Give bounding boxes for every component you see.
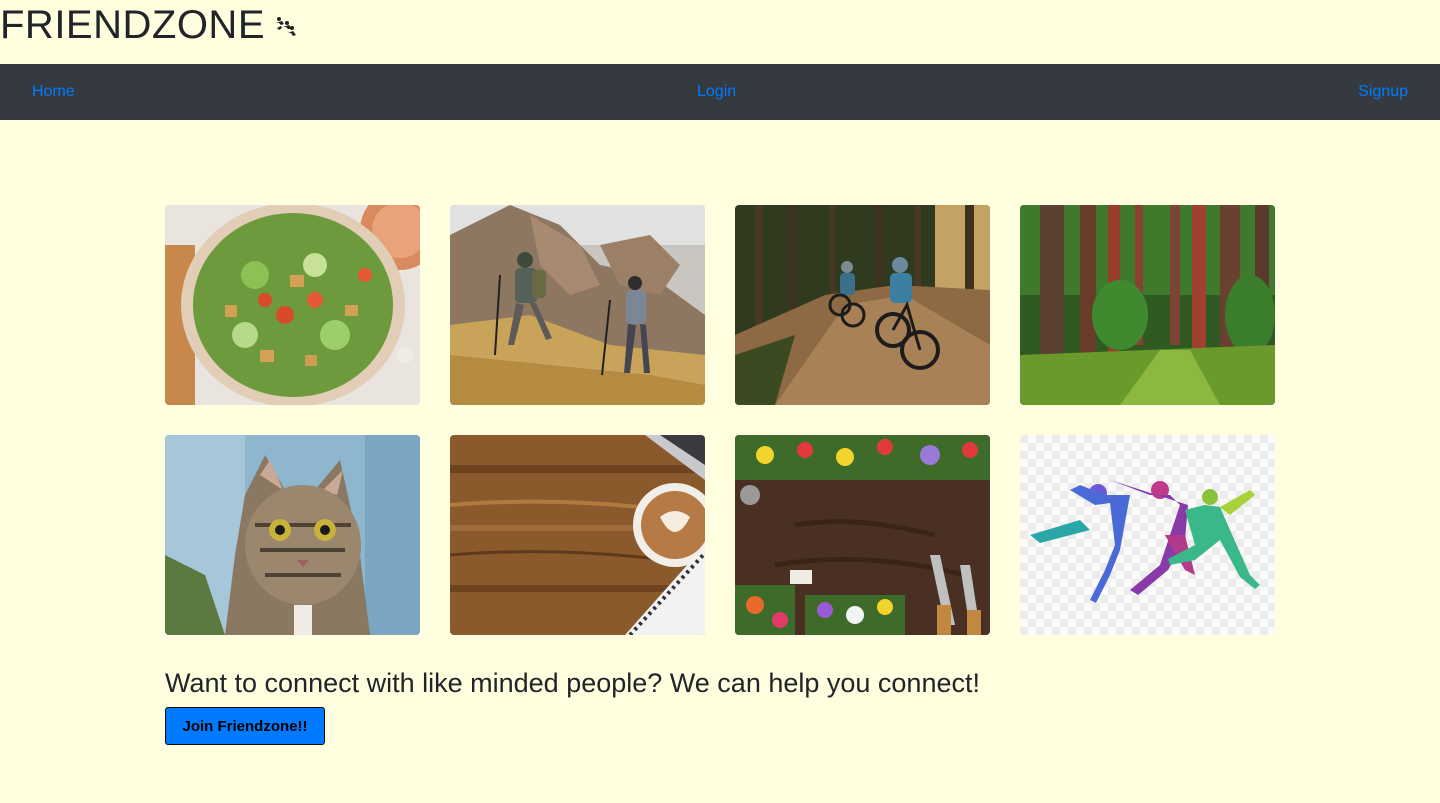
hikers-photo [450, 205, 705, 405]
dancing-people-icon [276, 17, 296, 36]
brand-bar: FRIENDZONE [0, 0, 1440, 64]
site-title-text: FRIENDZONE [0, 3, 265, 47]
hero-tagline: Want to connect with like minded people?… [165, 668, 980, 698]
join-friendzone-button[interactable]: Join Friendzone!! [165, 707, 325, 745]
cat-photo [165, 435, 420, 635]
salad-photo [165, 205, 420, 405]
site-title: FRIENDZONE [0, 2, 297, 48]
nav-login-link[interactable]: Login [697, 64, 736, 120]
dancers-illustration [1020, 435, 1275, 635]
nav-signup-link[interactable]: Signup [1358, 64, 1408, 120]
coffee-desk-photo [450, 435, 705, 635]
cyclists-photo [735, 205, 990, 405]
nav-home-link[interactable]: Home [32, 64, 75, 120]
main-navbar: Home Login Signup [0, 64, 1440, 120]
gardening-photo [735, 435, 990, 635]
forest-photo [1020, 205, 1275, 405]
